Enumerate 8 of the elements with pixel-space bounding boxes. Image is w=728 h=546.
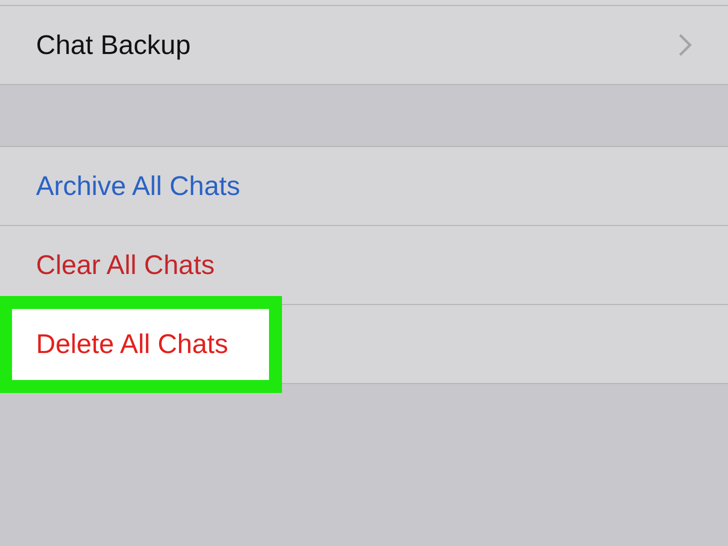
row-label: Archive All Chats <box>36 170 240 202</box>
settings-row[interactable]: Chat Backup <box>0 6 728 85</box>
row-label: Clear All Chats <box>36 250 215 280</box>
chevron-icon <box>678 33 692 57</box>
row-label: Chat Backup <box>36 30 191 60</box>
settings-row[interactable]: Archive All Chats <box>0 147 728 226</box>
settings-row[interactable]: Clear All Chats <box>0 226 728 305</box>
row-label: Delete All Chats <box>36 328 228 360</box>
